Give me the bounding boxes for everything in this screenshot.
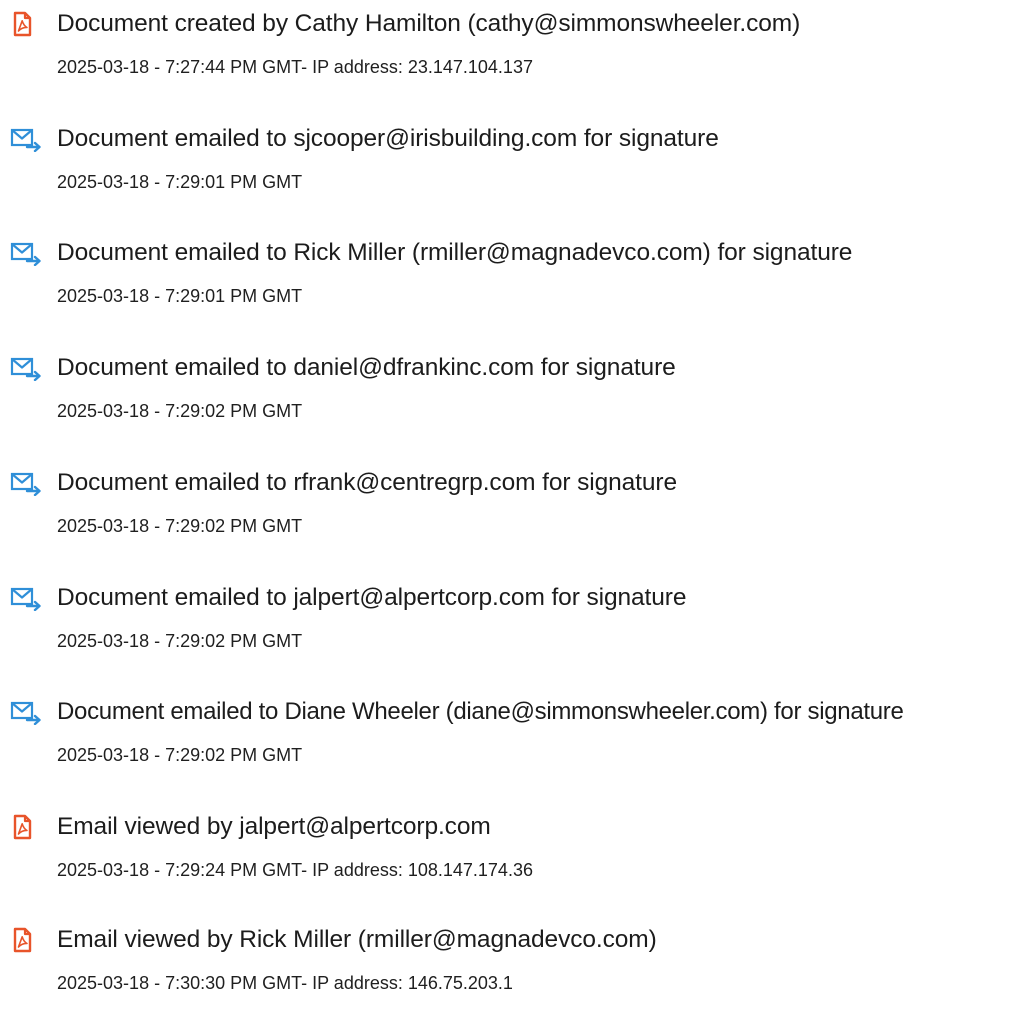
event-description: Document emailed to sjcooper@irisbuildin…	[57, 125, 719, 152]
audit-event: Document created by Cathy Hamilton (cath…	[0, 0, 1025, 100]
event-description: Document emailed to daniel@dfrankinc.com…	[57, 354, 676, 381]
audit-event: Document emailed to rfrank@centregrp.com…	[0, 459, 1025, 559]
audit-event: Document emailed to Rick Miller (rmiller…	[0, 229, 1025, 329]
event-description: Document emailed to Rick Miller (rmiller…	[57, 239, 853, 266]
event-timestamp: 2025-03-18 - 7:29:01 PM GMT	[57, 172, 303, 192]
event-timestamp: 2025-03-18 - 7:29:02 PM GMT	[57, 401, 303, 421]
email-sent-icon	[10, 126, 44, 152]
event-timestamp: 2025-03-18 - 7:29:24 PM GMT- IP address:…	[57, 860, 533, 880]
email-sent-icon	[10, 240, 44, 266]
event-timestamp: 2025-03-18 - 7:29:01 PM GMT	[57, 286, 303, 306]
event-description: Email viewed by Rick Miller (rmiller@mag…	[57, 926, 657, 953]
pdf-document-icon	[10, 814, 44, 840]
audit-event: Document emailed to jalpert@alpertcorp.c…	[0, 574, 1025, 674]
event-description: Document emailed to Diane Wheeler (diane…	[57, 698, 904, 725]
audit-event: Email viewed by Rick Miller (rmiller@mag…	[0, 916, 1025, 1016]
email-sent-icon	[10, 585, 44, 611]
event-timestamp: 2025-03-18 - 7:29:02 PM GMT	[57, 745, 303, 765]
audit-event: Email viewed by jalpert@alpertcorp.com 2…	[0, 803, 1025, 903]
audit-event: Document emailed to Diane Wheeler (diane…	[0, 688, 1025, 788]
event-timestamp: 2025-03-18 - 7:30:30 PM GMT- IP address:…	[57, 973, 513, 993]
event-description: Email viewed by jalpert@alpertcorp.com	[57, 813, 491, 840]
event-timestamp: 2025-03-18 - 7:29:02 PM GMT	[57, 631, 303, 651]
email-sent-icon	[10, 470, 44, 496]
event-timestamp: 2025-03-18 - 7:29:02 PM GMT	[57, 516, 303, 536]
event-description: Document emailed to rfrank@centregrp.com…	[57, 469, 677, 496]
event-timestamp: 2025-03-18 - 7:27:44 PM GMT- IP address:…	[57, 57, 533, 77]
email-sent-icon	[10, 699, 44, 725]
pdf-document-icon	[10, 927, 44, 953]
audit-event: Document emailed to sjcooper@irisbuildin…	[0, 115, 1025, 215]
event-description: Document created by Cathy Hamilton (cath…	[57, 10, 801, 37]
email-sent-icon	[10, 355, 44, 381]
event-description: Document emailed to jalpert@alpertcorp.c…	[57, 584, 687, 611]
audit-event: Document emailed to daniel@dfrankinc.com…	[0, 344, 1025, 444]
pdf-document-icon	[10, 11, 44, 37]
